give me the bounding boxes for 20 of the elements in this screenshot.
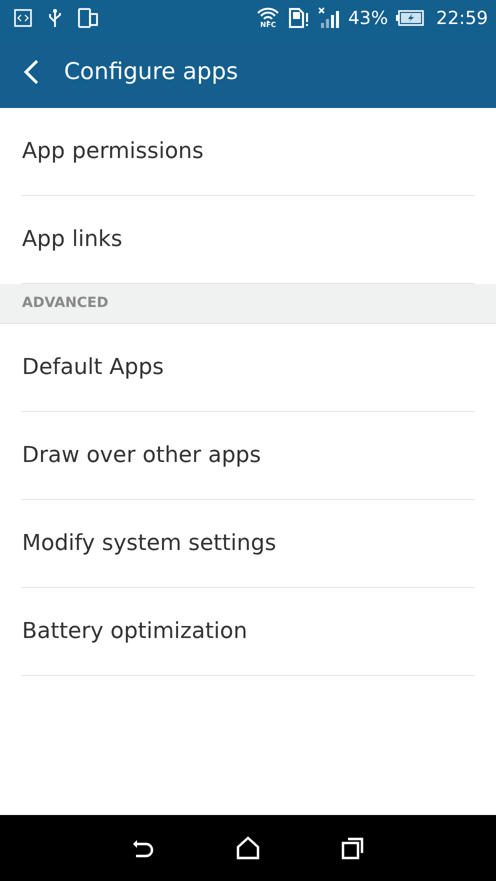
usb-icon [48, 8, 62, 28]
settings-item[interactable]: App links [22, 223, 122, 256]
battery-charging-icon [396, 10, 424, 26]
settings-item[interactable]: Default Apps [22, 351, 164, 384]
battery-percent: 43% [348, 6, 388, 30]
home-icon[interactable] [236, 836, 260, 860]
signal-icon [318, 7, 340, 29]
clock: 22:59 [436, 6, 488, 30]
screen-title: Configure apps [64, 58, 238, 87]
sim-card-alert-icon [288, 7, 310, 29]
section-header: ADVANCED [0, 284, 496, 324]
settings-item[interactable]: App permissions [22, 135, 204, 168]
settings-item[interactable]: Modify system settings [22, 527, 276, 560]
settings-item[interactable]: Battery optimization [22, 615, 248, 648]
settings-item[interactable]: Draw over other apps [22, 439, 261, 472]
recent-apps-icon[interactable] [341, 836, 366, 860]
code-icon [14, 9, 32, 27]
wifi-icon [256, 7, 280, 23]
devices-icon [78, 8, 98, 28]
back-icon [23, 59, 39, 85]
